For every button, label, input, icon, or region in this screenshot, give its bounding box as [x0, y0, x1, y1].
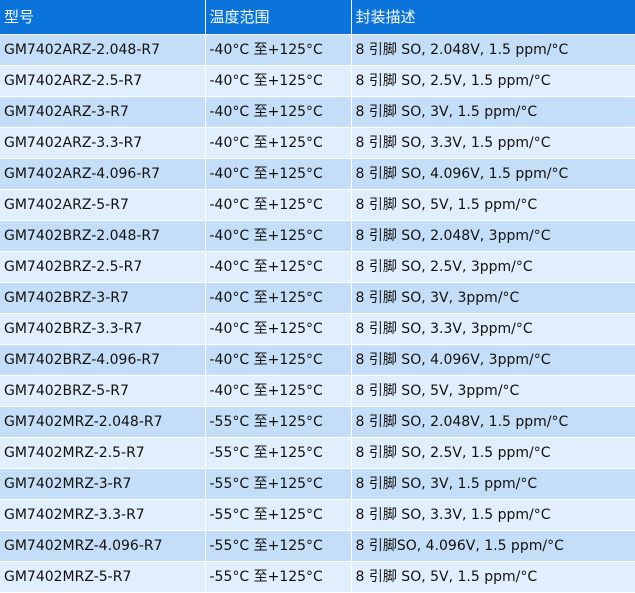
- model-cell: GM7402MRZ-4.096-R7: [0, 530, 206, 562]
- model-cell: GM7402BRZ-3.3-R7: [0, 313, 206, 345]
- table-row: GM7402MRZ-2.5-R7 -55°C 至+125°C 8 引脚 SO, 2.…: [0, 437, 635, 469]
- model-cell: GM7402BRZ-5-R7: [0, 375, 206, 407]
- model-cell: GM7402ARZ-2.5-R7: [0, 65, 206, 97]
- model-cell: GM7402ARZ-3.3-R7: [0, 127, 206, 159]
- package-description-cell: 8 引脚SO, 4.096V, 1.5 ppm/°C: [351, 530, 635, 562]
- package-description-cell: 8 引脚 SO, 2.048V, 1.5 ppm/°C: [351, 34, 635, 66]
- temperature-range-cell: -40°C 至+125°C: [205, 158, 352, 190]
- model-cell: GM7402BRZ-2.048-R7: [0, 220, 206, 252]
- table-row: GM7402ARZ-4.096-R7 -40°C 至+125°C 8 引脚 SO, …: [0, 158, 635, 190]
- header-package-description: 封装描述: [351, 0, 635, 35]
- temperature-range-cell: -40°C 至+125°C: [205, 189, 352, 221]
- package-description-cell: 8 引脚 SO, 4.096V, 1.5 ppm/°C: [351, 158, 635, 190]
- temperature-range-cell: -40°C 至+125°C: [205, 282, 352, 314]
- temperature-range-cell: -40°C 至+125°C: [205, 375, 352, 407]
- table-header-row: 型号 温度范围 封装描述: [0, 0, 635, 35]
- table-row: GM7402BRZ-2.048-R7 -40°C 至+125°C 8 引脚 SO, …: [0, 220, 635, 252]
- package-description-cell: 8 引脚 SO, 3V, 1.5 ppm/°C: [351, 96, 635, 128]
- package-description-cell: 8 引脚 SO, 3V, 3ppm/°C: [351, 282, 635, 314]
- table-row: GM7402MRZ-3.3-R7 -55°C 至+125°C 8 引脚 SO, 3.…: [0, 499, 635, 531]
- temperature-range-cell: -40°C 至+125°C: [205, 344, 352, 376]
- package-description-cell: 8 引脚 SO, 2.5V, 1.5 ppm/°C: [351, 437, 635, 469]
- package-description-cell: 8 引脚 SO, 4.096V, 3ppm/°C: [351, 344, 635, 376]
- model-cell: GM7402MRZ-2.048-R7: [0, 406, 206, 438]
- table-row: GM7402ARZ-2.048-R7 -40°C 至+125°C 8 引脚 SO, …: [0, 34, 635, 66]
- package-description-cell: 8 引脚 SO, 5V, 1.5 ppm/°C: [351, 189, 635, 221]
- temperature-range-cell: -40°C 至+125°C: [205, 313, 352, 345]
- model-cell: GM7402ARZ-5-R7: [0, 189, 206, 221]
- model-cell: GM7402MRZ-3.3-R7: [0, 499, 206, 531]
- temperature-range-cell: -55°C 至+125°C: [205, 468, 352, 500]
- temperature-range-cell: -55°C 至+125°C: [205, 499, 352, 531]
- table-row: GM7402BRZ-4.096-R7 -40°C 至+125°C 8 引脚 SO, …: [0, 344, 635, 376]
- package-description-cell: 8 引脚 SO, 2.5V, 3ppm/°C: [351, 251, 635, 283]
- header-model: 型号: [0, 0, 206, 35]
- model-cell: GM7402MRZ-5-R7: [0, 561, 206, 593]
- temperature-range-cell: -40°C 至+125°C: [205, 127, 352, 159]
- package-description-cell: 8 引脚 SO, 2.048V, 3ppm/°C: [351, 220, 635, 252]
- package-description-cell: 8 引脚 SO, 5V, 3ppm/°C: [351, 375, 635, 407]
- package-description-cell: 8 引脚 SO, 2.5V, 1.5 ppm/°C: [351, 65, 635, 97]
- model-cell: GM7402BRZ-4.096-R7: [0, 344, 206, 376]
- model-cell: GM7402ARZ-4.096-R7: [0, 158, 206, 190]
- model-cell: GM7402ARZ-3-R7: [0, 96, 206, 128]
- table-row: GM7402BRZ-3-R7 -40°C 至+125°C 8 引脚 SO, 3V, …: [0, 282, 635, 314]
- table-row: GM7402MRZ-3-R7 -55°C 至+125°C 8 引脚 SO, 3V, …: [0, 468, 635, 500]
- table-row: GM7402BRZ-2.5-R7 -40°C 至+125°C 8 引脚 SO, 2.…: [0, 251, 635, 283]
- model-cell: GM7402BRZ-2.5-R7: [0, 251, 206, 283]
- table-row: GM7402MRZ-4.096-R7 -55°C 至+125°C 8 引脚SO, 4…: [0, 530, 635, 562]
- table-body: GM7402ARZ-2.048-R7 -40°C 至+125°C 8 引脚 SO, …: [0, 34, 635, 593]
- package-description-cell: 8 引脚 SO, 3.3V, 1.5 ppm/°C: [351, 127, 635, 159]
- temperature-range-cell: -40°C 至+125°C: [205, 65, 352, 97]
- package-description-cell: 8 引脚 SO, 3.3V, 3ppm/°C: [351, 313, 635, 345]
- temperature-range-cell: -55°C 至+125°C: [205, 406, 352, 438]
- package-description-cell: 8 引脚 SO, 2.048V, 1.5 ppm/°C: [351, 406, 635, 438]
- model-cell: GM7402MRZ-2.5-R7: [0, 437, 206, 469]
- table-row: GM7402ARZ-5-R7 -40°C 至+125°C 8 引脚 SO, 5V, …: [0, 189, 635, 221]
- temperature-range-cell: -55°C 至+125°C: [205, 437, 352, 469]
- table-row: GM7402MRZ-5-R7 -55°C 至+125°C 8 引脚 SO, 5V, …: [0, 561, 635, 593]
- model-cell: GM7402BRZ-3-R7: [0, 282, 206, 314]
- ordering-table: 型号 温度范围 封装描述 GM7402ARZ-2.048-R7 -40°C 至+1…: [0, 0, 635, 593]
- package-description-cell: 8 引脚 SO, 5V, 1.5 ppm/°C: [351, 561, 635, 593]
- table-row: GM7402ARZ-3-R7 -40°C 至+125°C 8 引脚 SO, 3V, …: [0, 96, 635, 128]
- table-row: GM7402ARZ-3.3-R7 -40°C 至+125°C 8 引脚 SO, 3.…: [0, 127, 635, 159]
- table-row: GM7402BRZ-3.3-R7 -40°C 至+125°C 8 引脚 SO, 3.…: [0, 313, 635, 345]
- temperature-range-cell: -55°C 至+125°C: [205, 561, 352, 593]
- temperature-range-cell: -40°C 至+125°C: [205, 34, 352, 66]
- temperature-range-cell: -55°C 至+125°C: [205, 530, 352, 562]
- table-row: GM7402ARZ-2.5-R7 -40°C 至+125°C 8 引脚 SO, 2.…: [0, 65, 635, 97]
- temperature-range-cell: -40°C 至+125°C: [205, 96, 352, 128]
- package-description-cell: 8 引脚 SO, 3.3V, 1.5 ppm/°C: [351, 499, 635, 531]
- temperature-range-cell: -40°C 至+125°C: [205, 251, 352, 283]
- temperature-range-cell: -40°C 至+125°C: [205, 220, 352, 252]
- table-row: GM7402MRZ-2.048-R7 -55°C 至+125°C 8 引脚 SO, …: [0, 406, 635, 438]
- model-cell: GM7402ARZ-2.048-R7: [0, 34, 206, 66]
- model-cell: GM7402MRZ-3-R7: [0, 468, 206, 500]
- package-description-cell: 8 引脚 SO, 3V, 1.5 ppm/°C: [351, 468, 635, 500]
- table-row: GM7402BRZ-5-R7 -40°C 至+125°C 8 引脚 SO, 5V, …: [0, 375, 635, 407]
- header-temperature-range: 温度范围: [205, 0, 352, 35]
